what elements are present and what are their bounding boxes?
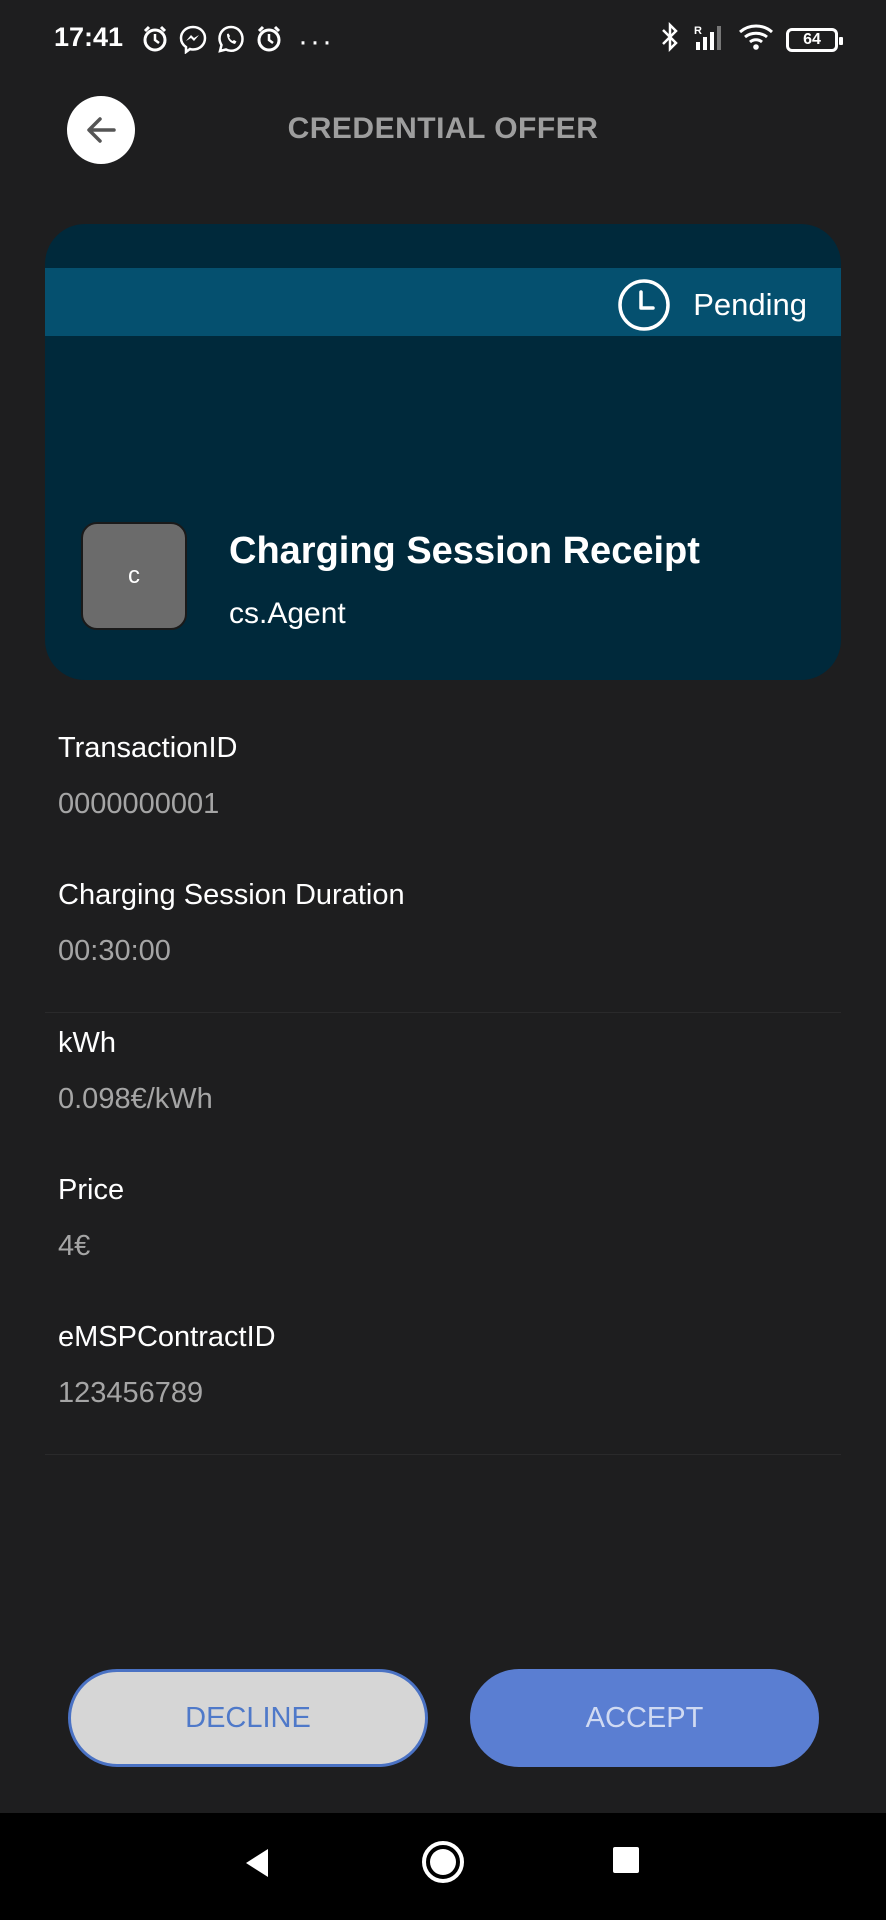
- attribute-label: kWh: [58, 1027, 116, 1059]
- status-time: 17:41: [54, 22, 124, 52]
- decline-button[interactable]: DECLINE: [68, 1669, 428, 1767]
- nav-back-button[interactable]: [240, 1843, 272, 1888]
- attribute-row: TransactionID 0000000001: [45, 718, 841, 865]
- status-text: Pending: [693, 287, 807, 322]
- credential-attributes: TransactionID 0000000001 Charging Sessio…: [0, 718, 886, 1455]
- alarm-icon: [254, 24, 284, 59]
- credential-issuer: cs.Agent: [229, 597, 346, 630]
- accept-label: ACCEPT: [585, 1701, 704, 1734]
- card-status-band: Pending: [45, 268, 841, 336]
- issuer-logo: c: [81, 522, 187, 630]
- notification-icons: ···: [140, 24, 334, 59]
- attribute-value: 0000000001: [58, 788, 220, 820]
- bluetooth-icon: [660, 21, 680, 57]
- battery-icon: 64: [786, 27, 843, 52]
- system-nav-bar: [0, 1813, 886, 1920]
- issuer-logo-letter: c: [128, 562, 140, 589]
- status-badge: Pending: [617, 278, 807, 332]
- page-title: CREDENTIAL OFFER: [287, 112, 599, 145]
- attribute-row: eMSPContractID 123456789: [45, 1307, 841, 1455]
- credential-card: Pending c Charging Session Receipt cs.Ag…: [45, 224, 841, 680]
- battery-level: 64: [803, 30, 821, 48]
- nav-home-button[interactable]: [420, 1839, 466, 1890]
- attribute-value: 123456789: [58, 1377, 204, 1409]
- attribute-row: Charging Session Duration 00:30:00: [45, 865, 841, 1012]
- system-icons: R 64: [660, 21, 843, 57]
- signal-icon: R: [692, 22, 726, 57]
- accept-button[interactable]: ACCEPT: [470, 1669, 819, 1767]
- attribute-label: eMSPContractID: [58, 1321, 276, 1353]
- back-triangle-icon: [246, 1849, 268, 1877]
- status-bar: 17:41 ··· R 64: [0, 0, 886, 80]
- credential-title: Charging Session Receipt: [229, 530, 700, 572]
- nav-recents-button[interactable]: [611, 1845, 641, 1880]
- recents-square-icon: [613, 1847, 639, 1873]
- svg-text:R: R: [694, 25, 702, 37]
- attribute-value: 4€: [58, 1230, 91, 1262]
- attribute-label: Price: [58, 1174, 125, 1206]
- decline-label: DECLINE: [185, 1701, 311, 1734]
- attribute-row: kWh 0.098€/kWh: [45, 1012, 841, 1160]
- attribute-label: Charging Session Duration: [58, 879, 405, 911]
- whatsapp-icon: [216, 24, 246, 59]
- clock-icon: [618, 279, 670, 331]
- home-circle-icon: [422, 1841, 464, 1883]
- more-notifications-icon: ···: [298, 24, 334, 58]
- wifi-icon: [738, 22, 774, 57]
- alarm-icon: [140, 24, 170, 59]
- attribute-value: 00:30:00: [58, 935, 171, 967]
- attribute-value: 0.098€/kWh: [58, 1083, 213, 1115]
- messenger-icon: [178, 24, 208, 59]
- attribute-row: Price 4€: [45, 1160, 841, 1307]
- attribute-label: TransactionID: [58, 732, 238, 764]
